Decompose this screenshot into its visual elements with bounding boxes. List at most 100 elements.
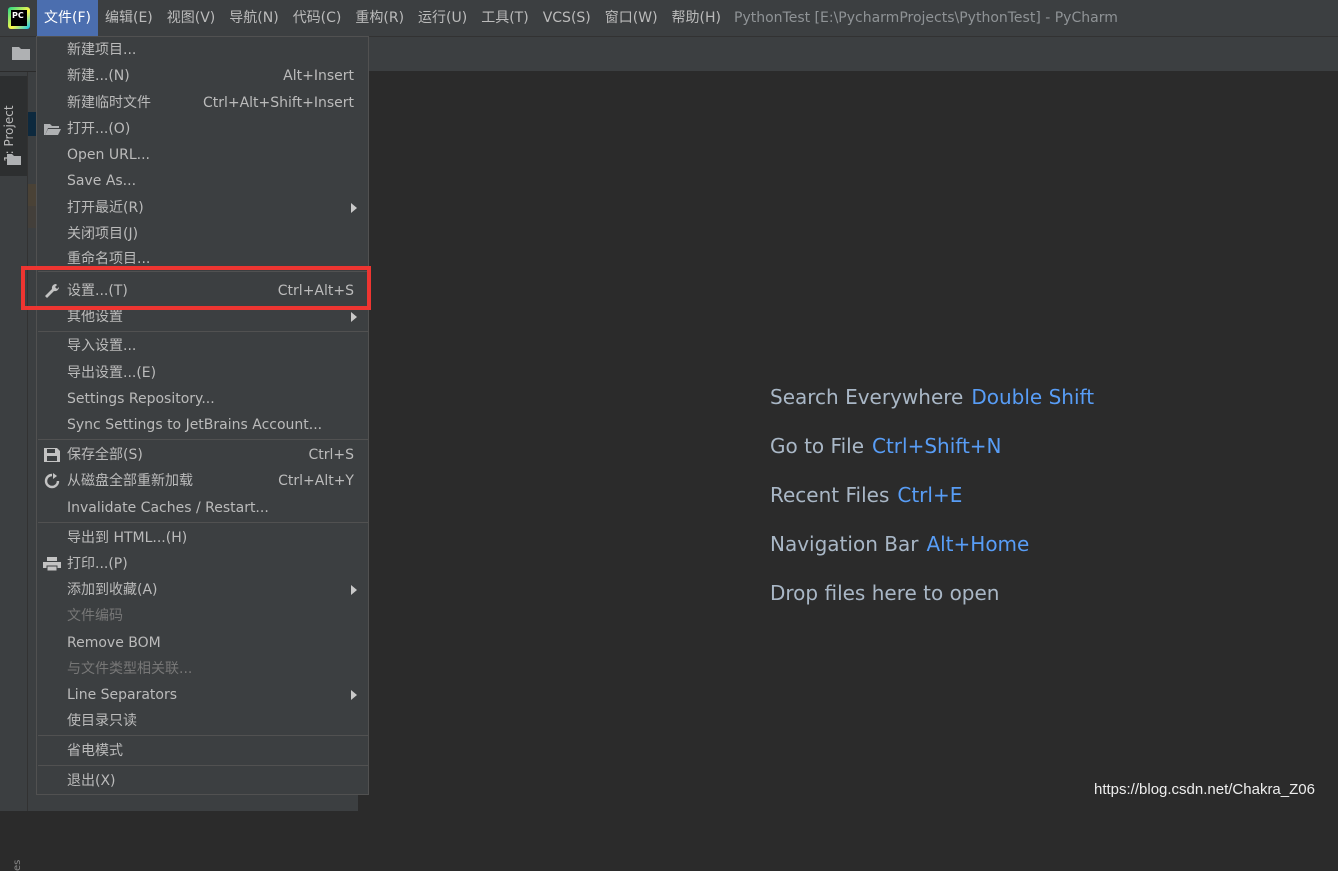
folder-open-icon [44,124,61,135]
menu-item-shortcut: Ctrl+Alt+Shift+Insert [202,95,354,111]
menu-item-exit[interactable]: 退出(X) [37,768,368,794]
hint-text: Navigation Bar [770,532,919,556]
menu-item-close-project[interactable]: 关闭项目(J) [37,221,368,247]
menu-item-export-settings[interactable]: 导出设置...(E) [37,360,368,386]
menu-navigate[interactable]: 导航(N) [222,0,285,36]
menu-separator [38,331,369,332]
highlight-annotation-box [21,266,371,310]
menu-item-settings-repository[interactable]: Settings Repository... [37,386,368,412]
print-icon [43,557,61,572]
menu-window[interactable]: 窗口(W) [598,0,665,36]
menu-item-save-all[interactable]: 保存全部(S) Ctrl+S [37,442,368,468]
submenu-arrow-icon [351,312,357,322]
menu-item-save-as[interactable]: Save As... [37,168,368,194]
folder-icon[interactable] [12,46,30,60]
hint-text: Go to File [770,434,864,458]
menu-refactor[interactable]: 重构(R) [348,0,411,36]
folder-icon [7,154,21,165]
menu-help[interactable]: 帮助(H) [665,0,728,36]
menu-item-make-read-only[interactable]: 使目录只读 [37,708,368,734]
project-tool-tab[interactable]: 1: Project [0,76,27,176]
hint-recent-files: Recent Files Ctrl+E [770,480,1094,529]
menu-separator [38,735,369,736]
menu-item-add-to-favorites[interactable]: 添加到收藏(A) [37,577,368,603]
hint-go-to-file: Go to File Ctrl+Shift+N [770,431,1094,480]
menu-item-new[interactable]: 新建...(N) Alt+Insert [37,63,368,89]
menu-item-remove-bom[interactable]: Remove BOM [37,630,368,656]
logo-text: PC [11,10,27,26]
hint-text: Search Everywhere [770,385,964,409]
menu-item-label: 与文件类型相关联... [67,661,193,677]
menu-item-label: Invalidate Caches / Restart... [67,500,269,516]
menu-item-open[interactable]: 打开...(O) [37,116,368,142]
menu-item-line-separators[interactable]: Line Separators [37,682,368,708]
menu-item-label: 文件编码 [67,608,123,624]
menu-item-label: Line Separators [67,687,178,703]
menu-item-label: 打开...(O) [67,121,131,137]
menu-item-label: 新建...(N) [67,68,130,84]
hint-drop-files: Drop files here to open [770,578,1094,627]
menu-item-label: 新建项目... [67,42,137,58]
menu-item-print[interactable]: 打印...(P) [37,551,368,577]
window-title: PythonTest [E:\PycharmProjects\PythonTes… [734,10,1118,26]
refresh-icon [44,473,60,489]
menu-item-reload-all[interactable]: 从磁盘全部重新加载 Ctrl+Alt+Y [37,468,368,494]
hint-shortcut: Ctrl+E [897,483,963,507]
menu-item-invalidate-caches[interactable]: Invalidate Caches / Restart... [37,495,368,521]
menu-item-label: 导入设置... [67,338,137,354]
empty-editor-hints: Search Everywhere Double Shift Go to File… [770,382,1094,627]
hint-shortcut: Alt+Home [926,532,1030,556]
submenu-arrow-icon [351,203,357,213]
menu-item-label: 打开最近(R) [67,200,144,216]
menu-item-label: 打印...(P) [67,556,128,572]
menu-item-label: 退出(X) [67,773,116,789]
save-icon [44,448,60,462]
menu-bar: PC 文件(F) 编辑(E) 视图(V) 导航(N) 代码(C) 重构(R) 运… [0,0,1338,37]
menu-item-associate-file-type: 与文件类型相关联... [37,656,368,682]
menu-item-shortcut: Ctrl+Alt+Y [278,473,354,489]
menu-item-open-recent[interactable]: 打开最近(R) [37,195,368,221]
hint-shortcut: Double Shift [971,385,1095,409]
menu-vcs[interactable]: VCS(S) [536,0,598,36]
hint-search-everywhere: Search Everywhere Double Shift [770,382,1094,431]
menu-item-file-encoding: 文件编码 [37,603,368,629]
menu-separator [38,765,369,766]
menu-item-label: 新建临时文件 [67,95,151,111]
hint-shortcut: Ctrl+Shift+N [872,434,1002,458]
watermark: https://blog.csdn.net/Chakra_Z06 [1094,781,1315,798]
menu-item-label: 保存全部(S) [67,447,143,463]
menu-item-label: Sync Settings to JetBrains Account... [67,417,323,433]
menu-item-label: 省电模式 [67,743,123,759]
menu-run[interactable]: 运行(U) [411,0,474,36]
menu-item-label: 关闭项目(J) [67,226,139,242]
file-menu-dropdown: 新建项目... 新建...(N) Alt+Insert 新建临时文件 Ctrl+Al… [36,36,369,795]
menu-code[interactable]: 代码(C) [286,0,349,36]
menu-item-open-url[interactable]: Open URL... [37,142,368,168]
menu-separator [38,439,369,440]
menu-item-new-scratch-file[interactable]: 新建临时文件 Ctrl+Alt+Shift+Insert [37,90,368,116]
menu-item-label: 从磁盘全部重新加载 [67,473,193,489]
menu-item-shortcut: Ctrl+S [308,447,354,463]
menu-item-label: Settings Repository... [67,391,215,407]
menu-item-export-html[interactable]: 导出到 HTML...(H) [37,525,368,551]
menu-item-power-save-mode[interactable]: 省电模式 [37,738,368,764]
menu-view[interactable]: 视图(V) [160,0,223,36]
menu-item-sync-settings[interactable]: Sync Settings to JetBrains Account... [37,412,368,438]
submenu-arrow-icon [351,585,357,595]
bottom-tool-tab[interactable]: es [12,860,23,871]
menu-file[interactable]: 文件(F) [37,0,98,36]
menu-edit[interactable]: 编辑(E) [98,0,160,36]
hint-navigation-bar: Navigation Bar Alt+Home [770,529,1094,578]
menu-item-label: 导出到 HTML...(H) [67,530,188,546]
menu-item-import-settings[interactable]: 导入设置... [37,333,368,359]
menu-item-label: Save As... [67,173,137,189]
pycharm-logo-icon: PC [8,7,30,29]
menu-item-label: 添加到收藏(A) [67,582,158,598]
menu-item-new-project[interactable]: 新建项目... [37,37,368,63]
menu-separator [38,522,369,523]
menu-item-label: Open URL... [67,147,150,163]
menu-tools[interactable]: 工具(T) [474,0,535,36]
hint-text: Drop files here to open [770,581,1000,605]
menu-item-label: 导出设置...(E) [67,365,157,381]
hint-text: Recent Files [770,483,890,507]
